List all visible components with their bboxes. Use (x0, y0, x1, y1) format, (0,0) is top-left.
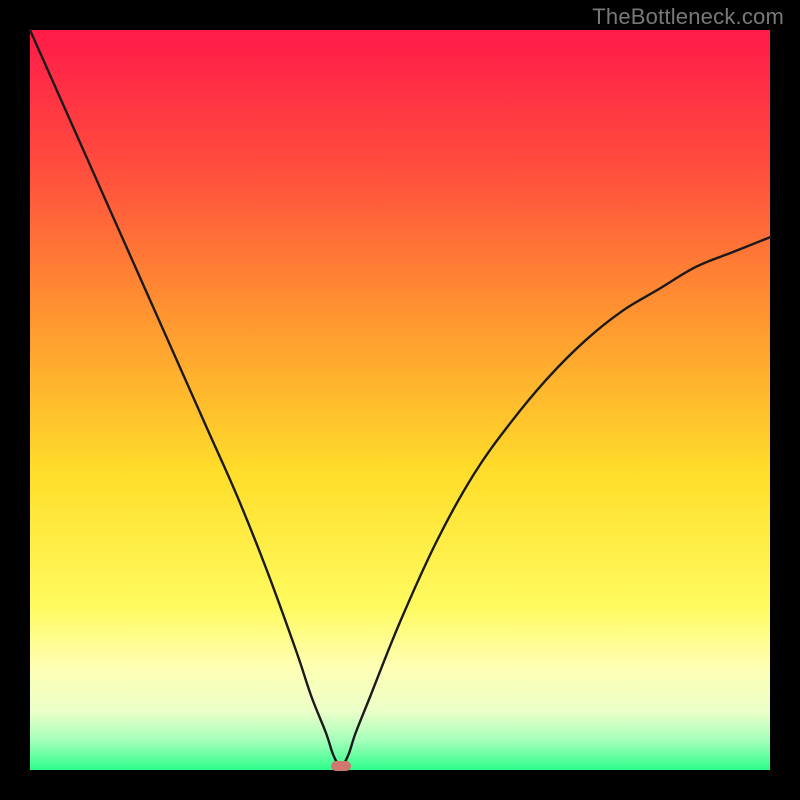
minimum-marker (331, 761, 351, 771)
watermark-text: TheBottleneck.com (592, 4, 784, 30)
plot-area (30, 30, 770, 770)
chart-frame: TheBottleneck.com (0, 0, 800, 800)
bottleneck-curve (30, 30, 770, 766)
curve-svg (30, 30, 770, 770)
